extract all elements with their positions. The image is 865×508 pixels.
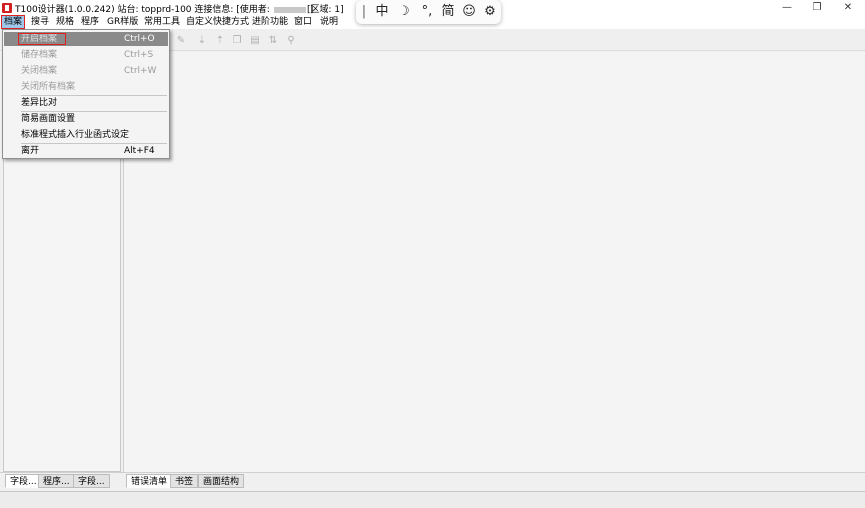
- tab-screen-structure[interactable]: 画面结构: [198, 474, 245, 488]
- window-title: T100设计器(1.0.0.242) 站台: topprd-100 连接信息: …: [15, 2, 313, 15]
- ime-drag-handle[interactable]: |: [360, 3, 368, 21]
- menu-item-close-file-shortcut: Ctrl+W: [124, 66, 157, 76]
- window-title-text: T100设计器(1.0.0.242) 站台: topprd-100 连接信息: …: [15, 5, 270, 15]
- menu-advanced[interactable]: 进阶功能: [250, 16, 290, 28]
- menu-item-exit-label: 离开: [21, 146, 40, 156]
- menu-item-simple-screen-settings[interactable]: 简易画面设置: [4, 112, 168, 126]
- menu-item-save-file-label: 储存档案: [21, 50, 58, 60]
- tab-field-1[interactable]: 字段...: [5, 474, 42, 488]
- menu-item-simple-screen-settings-label: 简易画面设置: [21, 114, 76, 124]
- settings-icon[interactable]: ⚙: [481, 3, 499, 21]
- status-bar: [0, 491, 865, 508]
- menu-item-close-file[interactable]: 关闭档案 Ctrl+W: [4, 64, 168, 78]
- menu-item-close-file-label: 关闭档案: [21, 66, 58, 76]
- menu-item-open-file-label: 开启档案: [17, 33, 67, 45]
- menu-item-exit-shortcut: Alt+F4: [124, 146, 155, 156]
- minimize-button[interactable]: —: [770, 0, 804, 15]
- tab-error-list[interactable]: 错误清单: [126, 474, 173, 488]
- move-up-icon[interactable]: ⇡: [215, 35, 225, 46]
- tab-bookmarks[interactable]: 书签: [170, 474, 199, 488]
- menu-program[interactable]: 程序: [79, 16, 101, 28]
- file-menu-dropdown: 开启档案 Ctrl+O 储存档案 Ctrl+S 关闭档案 Ctrl+W 关闭所有…: [2, 29, 170, 159]
- menu-item-close-all-files[interactable]: 关闭所有档案: [4, 80, 168, 94]
- restore-button[interactable]: ❐: [800, 0, 834, 15]
- paste-icon[interactable]: ▤: [250, 35, 260, 46]
- find-icon[interactable]: ⚲: [286, 35, 296, 46]
- simplified-toggle[interactable]: 简: [439, 3, 457, 21]
- editor-area: [123, 52, 865, 472]
- tab-field-2[interactable]: 字段...: [73, 474, 110, 488]
- menu-item-save-file-shortcut: Ctrl+S: [124, 50, 154, 60]
- menu-gr-template[interactable]: GR样版: [105, 16, 140, 28]
- ime-toolbar: | 中 ☽ °, 简 ☺ ⚙: [356, 0, 501, 24]
- menu-custom-shortcuts[interactable]: 自定义快捷方式: [184, 16, 251, 28]
- user-name-redacted: [273, 6, 306, 13]
- menu-search[interactable]: 搜寻: [29, 16, 51, 28]
- app-logo-icon: [2, 3, 12, 13]
- tab-program[interactable]: 程序...: [38, 474, 75, 488]
- menu-item-exit[interactable]: 离开 Alt+F4: [4, 144, 168, 158]
- emoji-icon[interactable]: ☺: [460, 3, 478, 21]
- menu-item-save-file[interactable]: 储存档案 Ctrl+S: [4, 48, 168, 62]
- menu-help[interactable]: 说明: [318, 16, 340, 28]
- ime-mode-toggle[interactable]: 中: [373, 3, 391, 21]
- pin-icon[interactable]: ✎: [176, 35, 186, 46]
- menu-file[interactable]: 档案: [0, 15, 26, 29]
- close-button[interactable]: ✕: [831, 0, 865, 15]
- menu-common-tools[interactable]: 常用工具: [142, 16, 182, 28]
- menu-item-open-file[interactable]: 开启档案 Ctrl+O: [4, 32, 168, 46]
- menu-window[interactable]: 窗口: [292, 16, 314, 28]
- menu-item-diff-compare[interactable]: 差异比对: [4, 96, 168, 110]
- region-label: [区域: 1]: [307, 5, 344, 15]
- menu-item-open-file-shortcut: Ctrl+O: [124, 34, 155, 44]
- menu-item-diff-compare-label: 差异比对: [21, 98, 58, 108]
- menu-item-industry-function-settings[interactable]: 标准程式插入行业函式设定: [4, 128, 168, 142]
- menu-item-industry-function-settings-label: 标准程式插入行业函式设定: [21, 130, 130, 140]
- punctuation-toggle[interactable]: °,: [417, 3, 437, 21]
- menu-item-close-all-files-label: 关闭所有档案: [21, 82, 76, 92]
- moon-icon[interactable]: ☽: [395, 3, 413, 21]
- move-down-icon[interactable]: ⇣: [197, 35, 207, 46]
- sort-icon[interactable]: ⇅: [268, 35, 278, 46]
- copy-icon[interactable]: ❐: [232, 35, 242, 46]
- menu-spec[interactable]: 规格: [54, 16, 76, 28]
